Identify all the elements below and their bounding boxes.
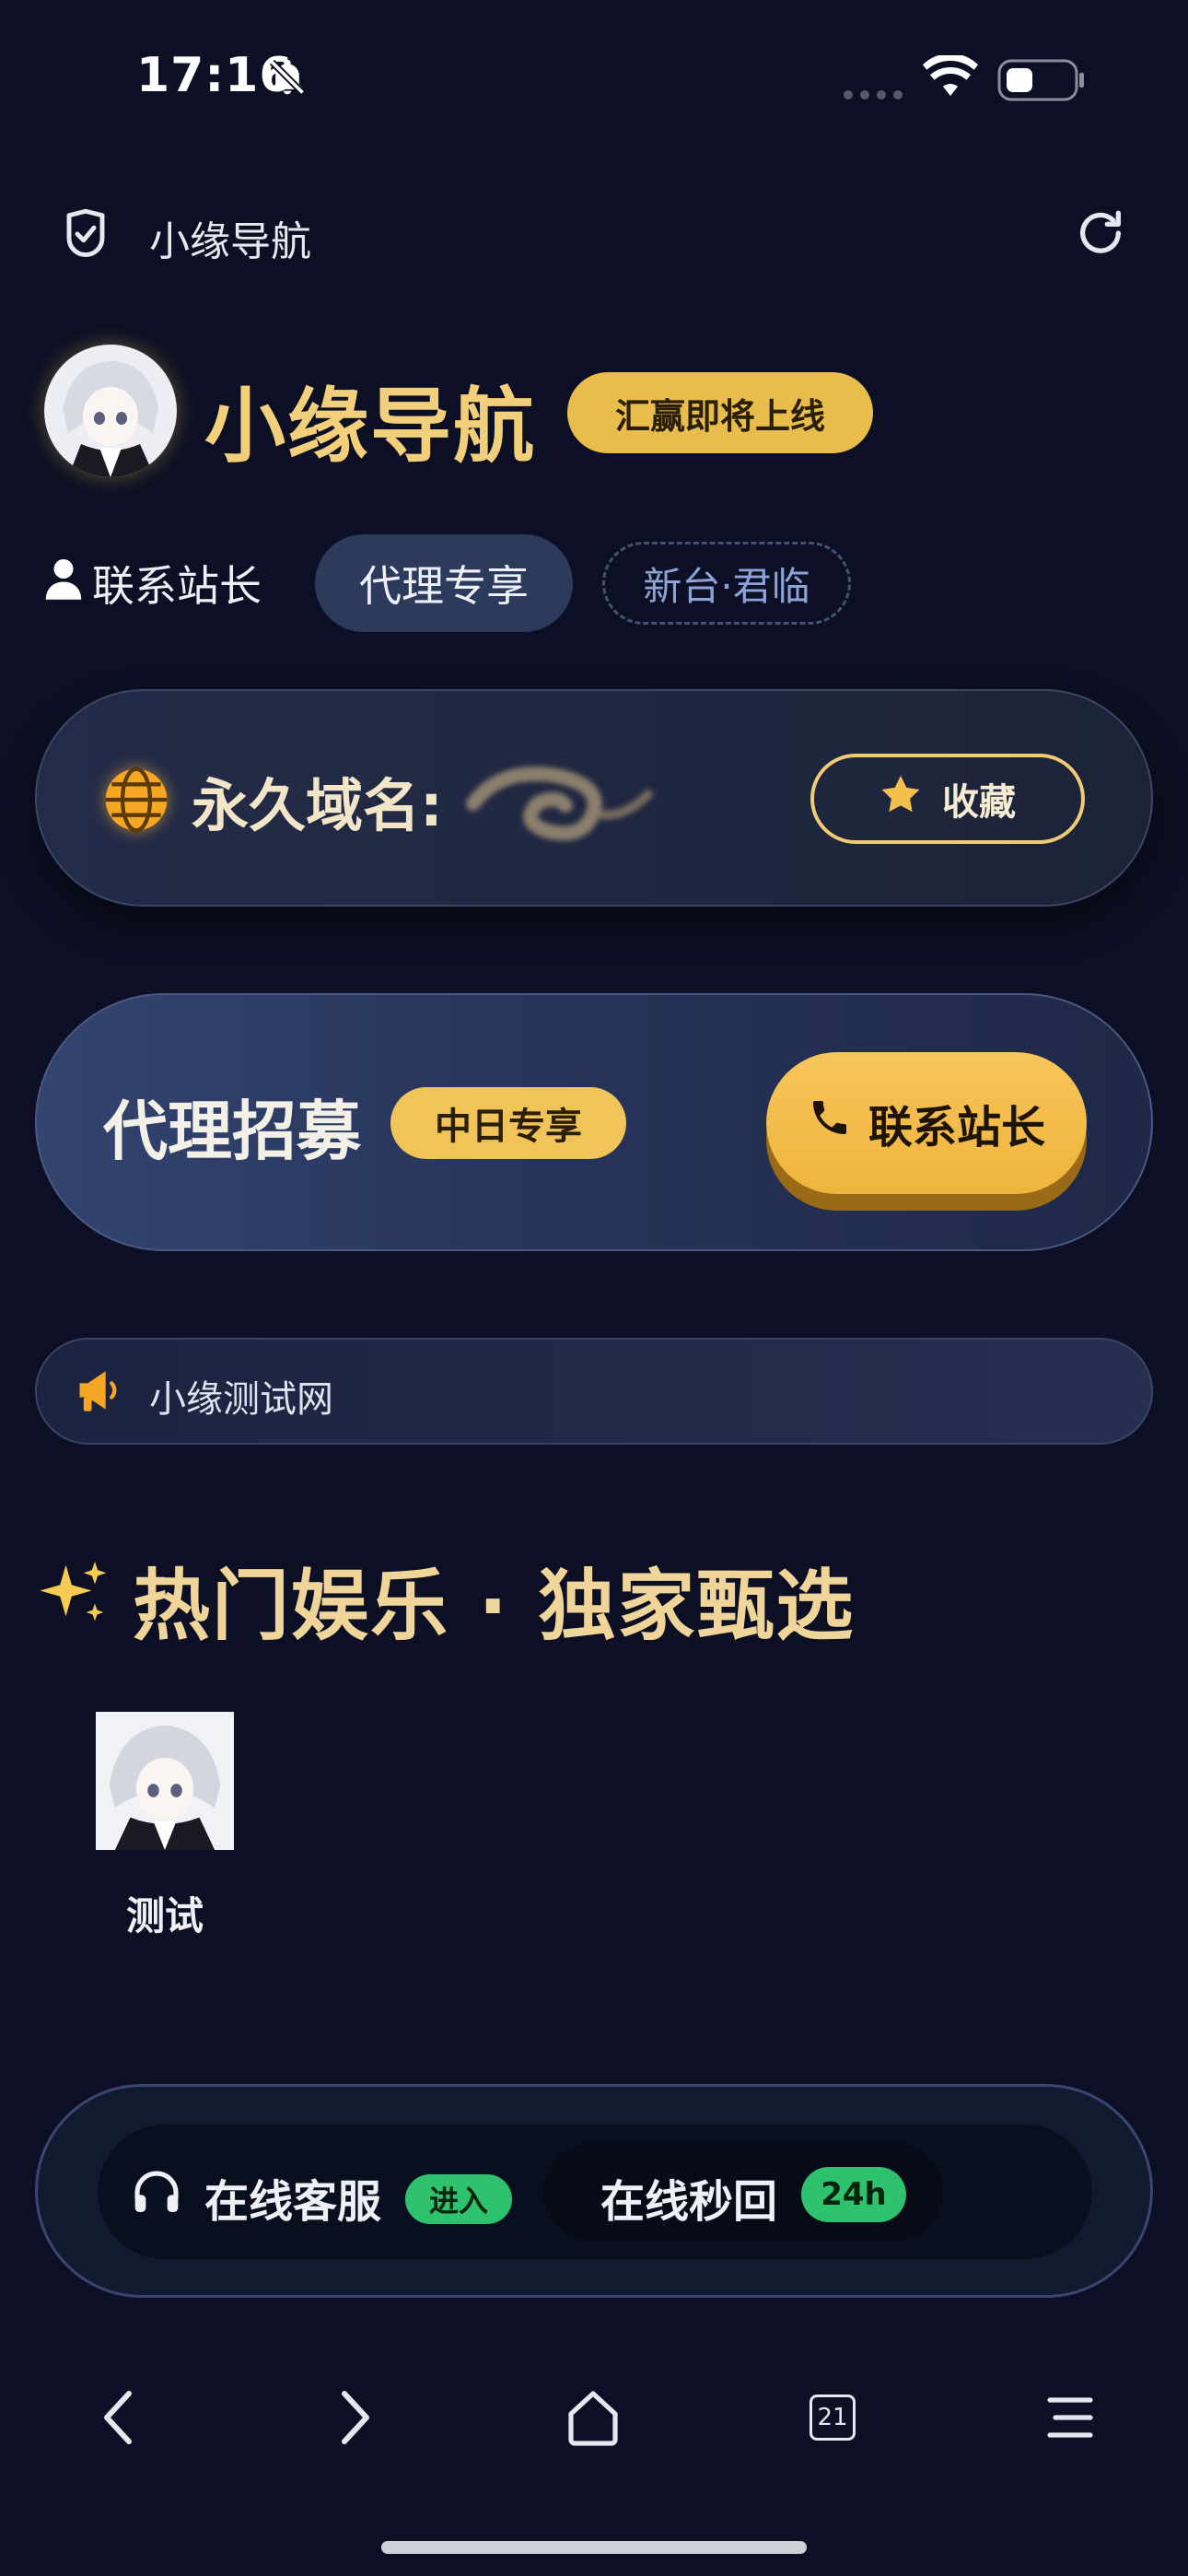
enter-badge[interactable]: 进入 xyxy=(405,2174,512,2224)
menu-icon[interactable] xyxy=(1033,2381,1107,2454)
user-icon xyxy=(44,557,83,610)
nav-title: 小缘导航 xyxy=(149,218,311,265)
contact-admin-link[interactable]: 联系站长 xyxy=(44,553,262,614)
contact-admin-button-label: 联系站长 xyxy=(868,1102,1045,1153)
refresh-icon[interactable] xyxy=(1074,206,1127,263)
app-thumbnail[interactable] xyxy=(96,1712,234,1850)
agent-exclusive-pill[interactable]: 代理专享 xyxy=(315,534,573,632)
section-title: 热门娱乐 · 独家甄选 xyxy=(133,1561,856,1651)
home-icon[interactable] xyxy=(556,2381,630,2454)
silent-bell-icon xyxy=(267,57,308,101)
forward-icon[interactable] xyxy=(319,2381,392,2454)
blurred-domain-image xyxy=(464,748,658,859)
domain-label: 永久域名: xyxy=(192,772,443,839)
sparkle-icon xyxy=(37,1555,114,1636)
back-icon[interactable] xyxy=(81,2381,155,2454)
favorite-label: 收藏 xyxy=(942,781,1016,824)
instant-reply-label: 在线秒回 xyxy=(600,2176,778,2228)
shield-check-icon xyxy=(61,206,111,265)
site-avatar xyxy=(44,345,177,477)
app-label[interactable]: 测试 xyxy=(96,1885,234,1941)
recruit-title: 代理招募 xyxy=(103,1094,361,1169)
site-title: 小缘导航 xyxy=(204,379,537,474)
new-site-pill[interactable]: 新台·君临 xyxy=(602,542,851,625)
battery-icon xyxy=(997,59,1086,105)
contact-admin-button[interactable]: 联系站长 xyxy=(766,1052,1087,1194)
tabs-icon[interactable]: 21 xyxy=(796,2381,869,2454)
globe-icon xyxy=(99,763,173,840)
phone-icon xyxy=(808,1095,852,1151)
notice-text: 小缘测试网 xyxy=(149,1378,333,1421)
signal-dots-icon xyxy=(843,87,907,104)
online-service-label[interactable]: 在线客服 xyxy=(204,2165,381,2230)
home-indicator[interactable] xyxy=(381,2541,807,2554)
recruit-badge: 中日专享 xyxy=(390,1087,626,1159)
star-icon xyxy=(879,774,922,824)
24h-badge: 24h xyxy=(801,2167,906,2222)
contact-admin-label: 联系站长 xyxy=(92,561,262,611)
favorite-button[interactable]: 收藏 xyxy=(810,754,1085,844)
headset-icon[interactable] xyxy=(131,2169,182,2220)
tabs-count: 21 xyxy=(809,2395,856,2441)
megaphone-icon xyxy=(74,1367,122,1417)
coming-soon-badge: 汇赢即将上线 xyxy=(567,372,873,453)
wifi-icon xyxy=(921,53,980,103)
